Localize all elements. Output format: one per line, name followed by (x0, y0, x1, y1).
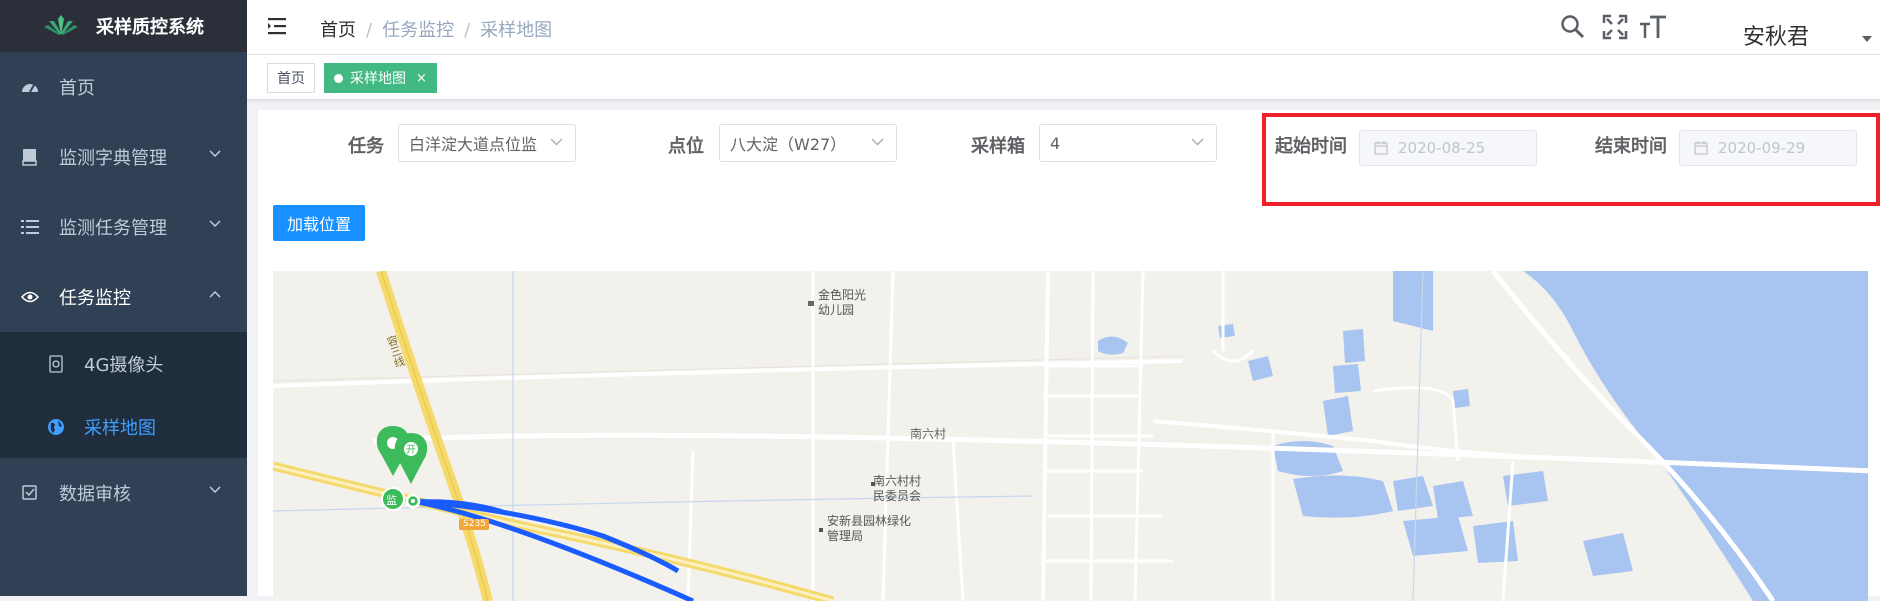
fullscreen-icon[interactable] (1602, 14, 1628, 40)
sidebar-item-review[interactable]: 数据审核 (0, 458, 247, 528)
sidebar-item-label: 采样地图 (84, 417, 156, 439)
sidebar-item-home[interactable]: 首页 (0, 52, 247, 122)
logo-icon (44, 15, 78, 35)
map-label-line: 管理局 (827, 529, 864, 543)
tag-sampling-map[interactable]: 采样地图 × (324, 63, 437, 93)
app-logo-area[interactable]: 采样质控系统 (0, 0, 247, 52)
list-icon (20, 217, 40, 237)
map-label-road-s235: S235 (463, 519, 486, 529)
sidebar-item-label: 首页 (59, 78, 95, 99)
sidebar-item-label: 数据审核 (59, 484, 131, 505)
user-name[interactable]: 安秋君 (1743, 19, 1809, 51)
eye-icon (20, 287, 40, 307)
box-select-value: 4 (1050, 133, 1061, 153)
top-navbar: 首页 / 任务监控 / 采样地图 安秋君 (247, 0, 1880, 55)
load-location-button[interactable]: 加载位置 (273, 205, 365, 241)
map-label-kindergarten: 金色阳光 幼儿园 (818, 288, 866, 318)
task-select-value: 白洋淀大道点位监 (409, 135, 538, 154)
app-title: 采样质控系统 (96, 17, 204, 38)
task-label: 任务 (348, 136, 384, 157)
sidebar-item-sampling-map[interactable]: 采样地图 (0, 395, 247, 458)
chevron-down-icon (550, 138, 563, 146)
map-label-bureau: 安新县园林绿化 管理局 (827, 514, 911, 544)
map-label-monitor-point[interactable]: 监 (386, 492, 397, 508)
breadcrumb-item: 任务监控 (382, 20, 455, 41)
breadcrumb-item[interactable]: 首页 (320, 20, 356, 41)
tags-view: 首页 采样地图 × (247, 55, 1880, 100)
sidebar-item-label: 监测字典管理 (59, 148, 167, 169)
map-canvas: 开 (273, 271, 1868, 601)
map-label-line: 幼儿园 (818, 303, 855, 317)
sidebar-item-label: 任务监控 (59, 288, 131, 309)
camera-icon (46, 354, 66, 374)
tag-label: 首页 (277, 71, 305, 87)
close-icon[interactable]: × (416, 71, 427, 86)
chevron-down-icon (209, 150, 221, 158)
svg-text:开: 开 (406, 445, 416, 456)
breadcrumb: 首页 / 任务监控 / 采样地图 (320, 20, 553, 41)
hamburger-icon[interactable] (267, 15, 289, 37)
map-label-committee: 南六村村 民委员会 (873, 474, 921, 504)
map-label-village: 南六村 (910, 427, 947, 441)
map-label-line: 安新县园林绿化 (827, 514, 912, 528)
caret-down-icon[interactable] (1862, 36, 1872, 42)
book-icon (20, 147, 40, 167)
active-dot-icon (334, 73, 343, 83)
chevron-down-icon (209, 486, 221, 494)
point-label: 点位 (668, 136, 704, 157)
checkbox-icon (20, 483, 40, 503)
font-size-icon[interactable] (1639, 14, 1667, 40)
chevron-down-icon (1191, 138, 1204, 146)
breadcrumb-item: 采样地图 (480, 20, 553, 41)
sidebar-item-4g-camera[interactable]: 4G摄像头 (0, 332, 247, 395)
map-label-line: 民委员会 (873, 489, 922, 503)
sidebar-item-label: 监测任务管理 (59, 218, 167, 239)
lake-area (1523, 271, 1868, 601)
marker-pin-icon: 开 (394, 433, 428, 484)
map-label-line: 金色阳光 (818, 288, 867, 302)
box-select[interactable]: 4 (1039, 124, 1217, 162)
globe-icon (46, 417, 66, 437)
box-label: 采样箱 (971, 136, 1025, 157)
dashboard-icon (20, 77, 40, 97)
sidebar-item-tasks[interactable]: 监测任务管理 (0, 192, 247, 262)
search-icon[interactable] (1560, 14, 1586, 40)
chevron-up-icon (209, 290, 221, 298)
sidebar: 采样质控系统 首页 监测字典管理 监测任务管理 任务监控 4G摄像头 采样地图 … (0, 0, 247, 596)
tag-home[interactable]: 首页 (267, 63, 315, 93)
sampling-map[interactable]: 开 金色阳光 幼儿园 容三线 南六村 南六村村 民委员会 安新县园林绿化 管理局… (273, 271, 1868, 601)
tag-label: 采样地图 (350, 71, 406, 87)
task-select[interactable]: 白洋淀大道点位监 (398, 124, 576, 162)
sidebar-item-monitor[interactable]: 任务监控 (0, 262, 247, 332)
map-label-line: 南六村村 (873, 474, 922, 488)
point-select[interactable]: 八大淀（W27） (719, 124, 897, 162)
sidebar-submenu-monitor: 4G摄像头 采样地图 (0, 332, 247, 458)
sidebar-item-label: 4G摄像头 (84, 354, 164, 376)
point-select-value: 八大淀（W27） (730, 135, 847, 154)
chevron-down-icon (209, 220, 221, 228)
date-range-highlight-box (1262, 113, 1880, 206)
sidebar-item-dictionary[interactable]: 监测字典管理 (0, 122, 247, 192)
chevron-down-icon (871, 138, 884, 146)
